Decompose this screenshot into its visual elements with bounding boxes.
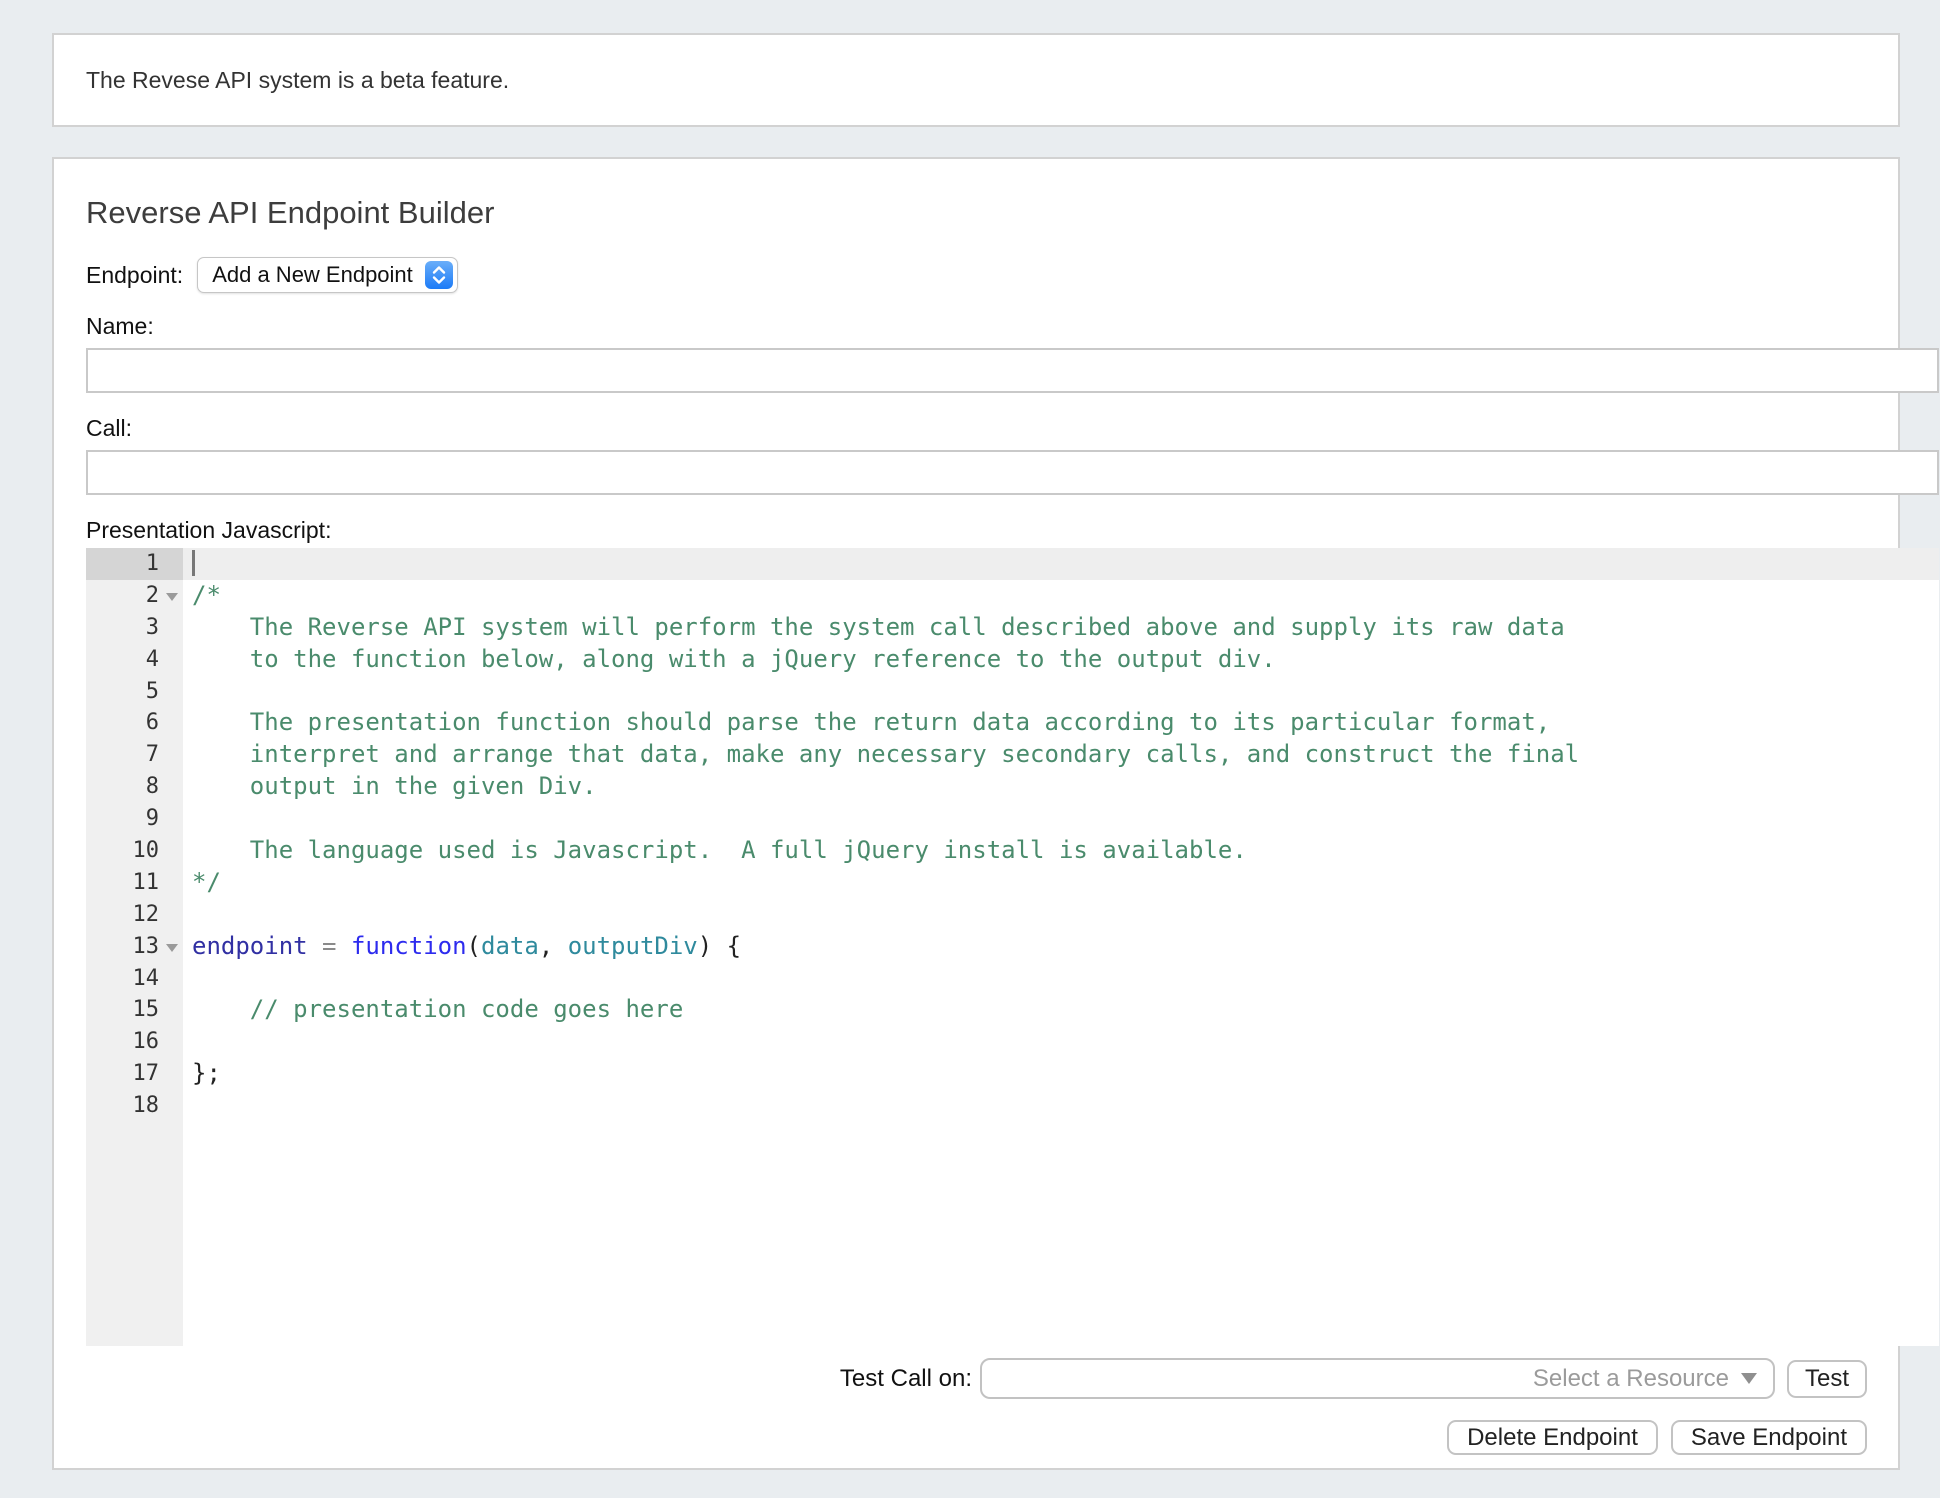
- line-number: 1: [86, 548, 183, 580]
- page-title: Reverse API Endpoint Builder: [86, 195, 1882, 231]
- line-number: 7: [86, 739, 183, 771]
- code-line[interactable]: 7 interpret and arrange that data, make …: [86, 739, 1939, 771]
- line-number: 3: [86, 612, 183, 644]
- name-input[interactable]: [86, 348, 1939, 393]
- line-number: 8: [86, 771, 183, 803]
- triangle-down-icon: [1741, 1373, 1757, 1384]
- line-number: 12: [86, 899, 183, 931]
- line-number: 18: [86, 1090, 183, 1122]
- delete-endpoint-button[interactable]: Delete Endpoint: [1447, 1420, 1658, 1455]
- code-line[interactable]: 4 to the function below, along with a jQ…: [86, 644, 1939, 676]
- test-call-label: Test Call on:: [840, 1365, 972, 1393]
- line-number: 5: [86, 676, 183, 708]
- name-label: Name:: [86, 313, 1882, 340]
- fold-arrow-icon[interactable]: [166, 593, 178, 601]
- resource-select[interactable]: Select a Resource: [980, 1358, 1775, 1399]
- chevron-up-down-icon: [425, 261, 453, 289]
- code-line-text[interactable]: The language used is Javascript. A full …: [183, 835, 1939, 867]
- code-line[interactable]: 6 The presentation function should parse…: [86, 707, 1939, 739]
- endpoint-select[interactable]: Add a New Endpoint: [197, 257, 458, 293]
- line-number: 14: [86, 963, 183, 995]
- code-line-text[interactable]: // presentation code goes here: [183, 994, 1939, 1026]
- line-number: 16: [86, 1026, 183, 1058]
- line-number: 11: [86, 867, 183, 899]
- endpoint-label: Endpoint:: [86, 262, 183, 289]
- beta-notice-banner: The Revese API system is a beta feature.: [52, 33, 1900, 127]
- code-line[interactable]: 13endpoint = function(data, outputDiv) {: [86, 931, 1939, 963]
- beta-notice-text: The Revese API system is a beta feature.: [86, 67, 509, 94]
- code-line[interactable]: 12: [86, 899, 1939, 931]
- code-editor[interactable]: 12/*3 The Reverse API system will perfor…: [86, 548, 1939, 1346]
- endpoint-actions-row: Delete Endpoint Save Endpoint: [86, 1420, 1867, 1455]
- presentation-javascript-label: Presentation Javascript:: [86, 517, 1882, 544]
- code-line-text[interactable]: [183, 548, 1939, 580]
- code-line-text[interactable]: The Reverse API system will perform the …: [183, 612, 1939, 644]
- code-line[interactable]: 1: [86, 548, 1939, 580]
- code-line-text[interactable]: interpret and arrange that data, make an…: [183, 739, 1939, 771]
- line-number: 6: [86, 707, 183, 739]
- line-number: 4: [86, 644, 183, 676]
- code-line-text[interactable]: to the function below, along with a jQue…: [183, 644, 1939, 676]
- code-line[interactable]: 8 output in the given Div.: [86, 771, 1939, 803]
- code-line[interactable]: 9: [86, 803, 1939, 835]
- page: The Revese API system is a beta feature.…: [0, 0, 1940, 1470]
- code-line[interactable]: 10 The language used is Javascript. A fu…: [86, 835, 1939, 867]
- code-line[interactable]: 3 The Reverse API system will perform th…: [86, 612, 1939, 644]
- line-number: 10: [86, 835, 183, 867]
- code-line-text[interactable]: [183, 676, 1939, 708]
- line-number: 17: [86, 1058, 183, 1090]
- code-line-text[interactable]: /*: [183, 580, 1939, 612]
- line-number: 9: [86, 803, 183, 835]
- code-line-text[interactable]: [183, 963, 1939, 995]
- line-number: 13: [86, 931, 183, 963]
- code-line-text[interactable]: [183, 1090, 1939, 1122]
- code-line[interactable]: 14: [86, 963, 1939, 995]
- line-number: 2: [86, 580, 183, 612]
- fold-arrow-icon[interactable]: [166, 944, 178, 952]
- save-endpoint-button[interactable]: Save Endpoint: [1671, 1420, 1867, 1455]
- code-line-text[interactable]: endpoint = function(data, outputDiv) {: [183, 931, 1939, 963]
- code-lines: 12/*3 The Reverse API system will perfor…: [86, 548, 1939, 1122]
- resource-select-placeholder: Select a Resource: [1533, 1365, 1729, 1393]
- code-line-text[interactable]: [183, 899, 1939, 931]
- code-line[interactable]: 5: [86, 676, 1939, 708]
- code-line-text[interactable]: The presentation function should parse t…: [183, 707, 1939, 739]
- endpoint-select-value: Add a New Endpoint: [212, 262, 413, 288]
- code-line[interactable]: 16: [86, 1026, 1939, 1058]
- code-line-text[interactable]: [183, 803, 1939, 835]
- code-line-text[interactable]: output in the given Div.: [183, 771, 1939, 803]
- code-line-text[interactable]: [183, 1026, 1939, 1058]
- code-line[interactable]: 18: [86, 1090, 1939, 1122]
- code-line[interactable]: 15 // presentation code goes here: [86, 994, 1939, 1026]
- call-label: Call:: [86, 415, 1882, 442]
- call-input[interactable]: [86, 450, 1939, 495]
- code-line[interactable]: 17};: [86, 1058, 1939, 1090]
- endpoint-builder-panel: Reverse API Endpoint Builder Endpoint: A…: [52, 157, 1900, 1470]
- code-line[interactable]: 11*/: [86, 867, 1939, 899]
- code-line-text[interactable]: */: [183, 867, 1939, 899]
- code-line-text[interactable]: };: [183, 1058, 1939, 1090]
- text-cursor: [192, 550, 195, 576]
- line-number: 15: [86, 994, 183, 1026]
- code-line[interactable]: 2/*: [86, 580, 1939, 612]
- endpoint-row: Endpoint: Add a New Endpoint: [86, 257, 1882, 293]
- test-call-row: Test Call on: Select a Resource Test: [86, 1358, 1867, 1399]
- test-button[interactable]: Test: [1787, 1360, 1867, 1398]
